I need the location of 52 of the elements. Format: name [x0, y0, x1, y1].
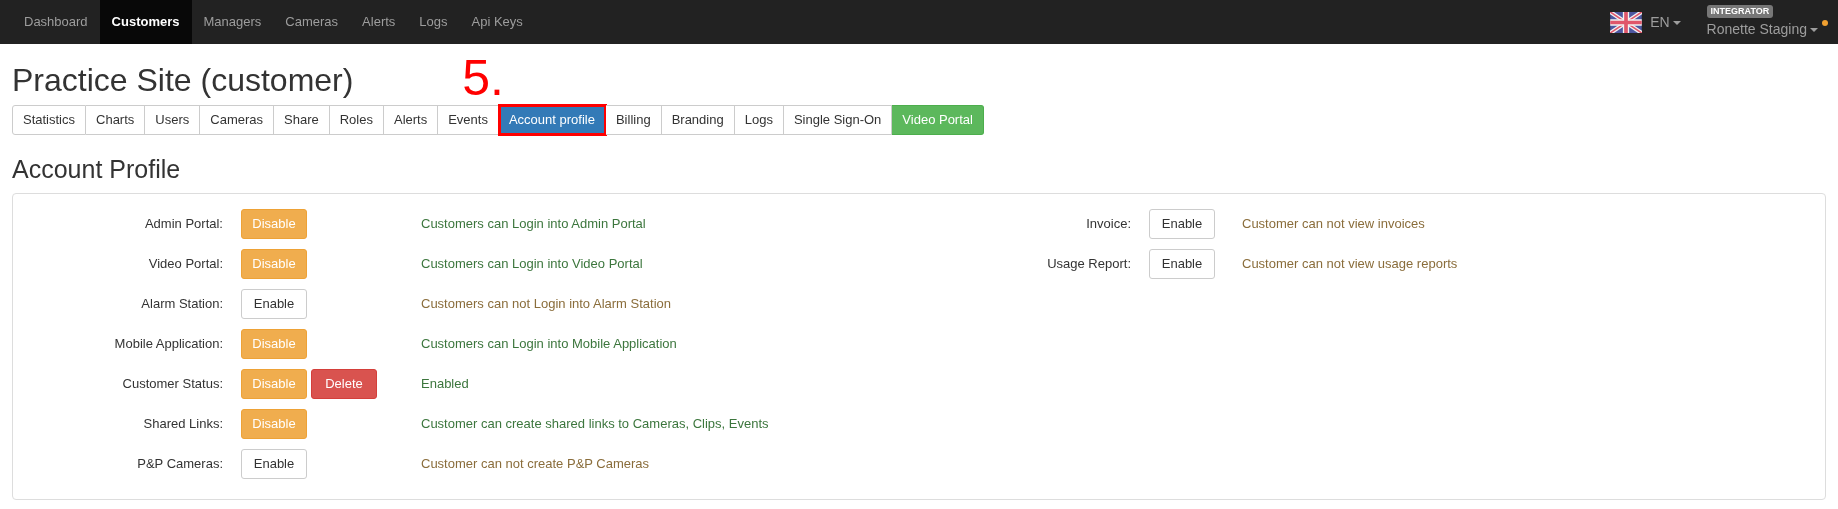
- language-dropdown[interactable]: EN: [1650, 11, 1681, 33]
- user-menu[interactable]: Ronette Staging: [1706, 18, 1818, 40]
- step-number: 5.: [462, 53, 504, 103]
- setting-label: Usage Report:: [1046, 255, 1131, 274]
- nav-link[interactable]: Customers: [99, 0, 192, 44]
- setting-label: Mobile Application:: [113, 335, 223, 354]
- tab[interactable]: Events: [438, 105, 499, 135]
- flag-icon: [1610, 11, 1643, 33]
- caret-icon: [1810, 27, 1818, 33]
- tab[interactable]: Share: [274, 105, 330, 135]
- setting-description: Customers can not Login into Alarm Station: [421, 295, 672, 314]
- nav-link[interactable]: Cameras: [273, 0, 351, 44]
- page-title: Practice Site (customer): [12, 64, 354, 96]
- tab[interactable]: Account profile: [498, 105, 606, 135]
- tab[interactable]: Branding: [661, 105, 735, 135]
- nav-link[interactable]: Managers: [191, 0, 274, 44]
- tab[interactable]: Roles: [329, 105, 384, 135]
- toggle-button[interactable]: Enable: [1149, 209, 1215, 239]
- setting-label: Alarm Station:: [140, 295, 223, 314]
- setting-label: Admin Portal:: [143, 215, 223, 234]
- tab[interactable]: Cameras: [200, 105, 274, 135]
- setting-description: Customer can not view invoices: [1242, 215, 1425, 234]
- role-badge: INTEGRATOR: [1706, 4, 1774, 18]
- delete-button[interactable]: Delete: [311, 369, 377, 399]
- setting-description: Customers can Login into Video Portal: [421, 255, 643, 274]
- setting-description: Customers can Login into Mobile Application: [421, 335, 677, 354]
- tab[interactable]: Single Sign-On: [783, 105, 893, 135]
- setting-description: Customer can create shared links to Cameras, Clips, Events: [421, 415, 769, 434]
- nav-link[interactable]: Alerts: [350, 0, 408, 44]
- setting-description: Customer can not create P&P Cameras: [421, 455, 650, 474]
- toggle-button[interactable]: Enable: [1149, 249, 1215, 279]
- nav-link[interactable]: Api Keys: [459, 0, 535, 44]
- nav-link[interactable]: Logs: [407, 0, 460, 44]
- setting-label: P&P Cameras:: [136, 455, 223, 474]
- tab[interactable]: Billing: [605, 105, 662, 135]
- setting-description: Customers can Login into Admin Portal: [421, 215, 646, 234]
- tab[interactable]: Charts: [86, 105, 146, 135]
- setting-description: Customer can not view usage reports: [1242, 255, 1458, 274]
- setting-label: Invoice:: [1085, 215, 1131, 234]
- tab[interactable]: Logs: [734, 105, 784, 135]
- setting-label: Video Portal:: [147, 255, 223, 274]
- tab[interactable]: Alerts: [383, 105, 439, 135]
- section-title: Account Profile: [12, 157, 182, 182]
- caret-icon: [1672, 20, 1681, 26]
- setting-label: Customer Status:: [121, 375, 223, 394]
- toggle-button[interactable]: Enable: [241, 449, 307, 479]
- setting-label: Shared Links:: [142, 415, 223, 434]
- nav-link[interactable]: Dashboard: [12, 0, 100, 44]
- tab[interactable]: Users: [145, 105, 201, 135]
- toggle-button[interactable]: Enable: [241, 289, 307, 319]
- tab[interactable]: Statistics: [12, 105, 86, 135]
- setting-description: Enabled: [421, 375, 469, 394]
